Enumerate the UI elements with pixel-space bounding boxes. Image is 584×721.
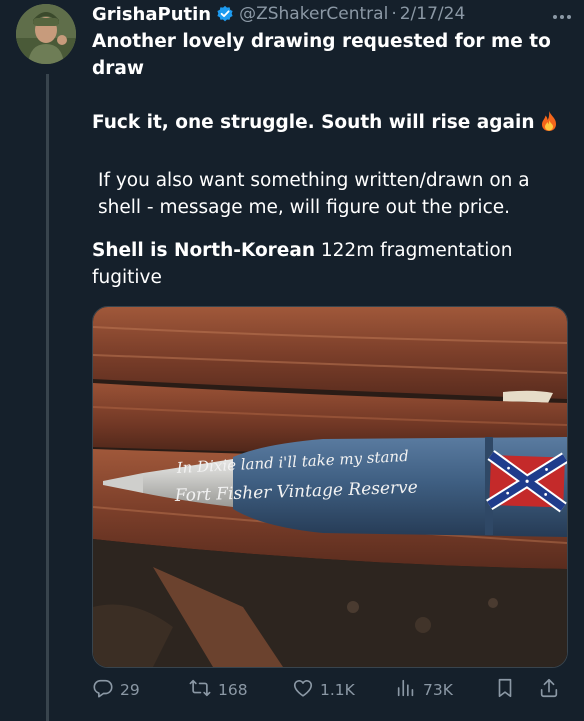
- repost-button[interactable]: 168: [188, 677, 248, 703]
- tweet-text: Another lovely drawing requested for me …: [92, 28, 562, 291]
- action-bar: 29 168 1.1K 73K: [92, 677, 566, 703]
- views-button[interactable]: 73K: [395, 677, 453, 703]
- verified-badge-icon: [216, 5, 234, 23]
- repost-count: 168: [218, 681, 248, 699]
- display-name[interactable]: GrishaPutin: [92, 4, 211, 25]
- tweet-header: GrishaPutin @ZShakerCentral · 2/17/24: [92, 2, 574, 26]
- reply-icon: [92, 677, 120, 703]
- more-dots-icon[interactable]: [552, 4, 572, 25]
- fire-emoji-icon: [539, 110, 559, 140]
- thread-line: [46, 74, 49, 721]
- tweet-line-2: Fuck it, one struggle. South will rise a…: [92, 109, 562, 140]
- avatar[interactable]: [16, 4, 76, 64]
- like-button[interactable]: 1.1K: [292, 677, 355, 703]
- views-icon: [395, 677, 423, 703]
- share-icon: [538, 677, 566, 703]
- confederate-flag-image: [486, 450, 567, 513]
- reply-count: 29: [120, 681, 140, 699]
- separator-dot: ·: [391, 4, 397, 24]
- tweet-date[interactable]: 2/17/24: [400, 4, 466, 24]
- tweet-line-2-text: Fuck it, one struggle. South will rise a…: [92, 112, 535, 133]
- heart-icon: [292, 677, 320, 703]
- like-count: 1.1K: [320, 681, 355, 699]
- bookmark-icon: [494, 677, 522, 703]
- views-count: 73K: [423, 681, 453, 699]
- bookmark-button[interactable]: [494, 677, 522, 703]
- repost-icon: [188, 677, 218, 703]
- tweet-line-4: Shell is North-Korean 122m fragmentation…: [92, 237, 562, 291]
- tweet-line-1: Another lovely drawing requested for me …: [92, 31, 551, 79]
- reply-button[interactable]: 29: [92, 677, 140, 703]
- user-handle[interactable]: @ZShakerCentral: [239, 4, 388, 24]
- tweet-line-3: If you also want something written/drawn…: [98, 170, 530, 218]
- tweet-photo[interactable]: In Dixie land i'll take my stand Fort Fi…: [92, 306, 568, 668]
- share-button[interactable]: [538, 677, 566, 703]
- tweet-line-4-bold: Shell is North-Korean: [92, 240, 316, 261]
